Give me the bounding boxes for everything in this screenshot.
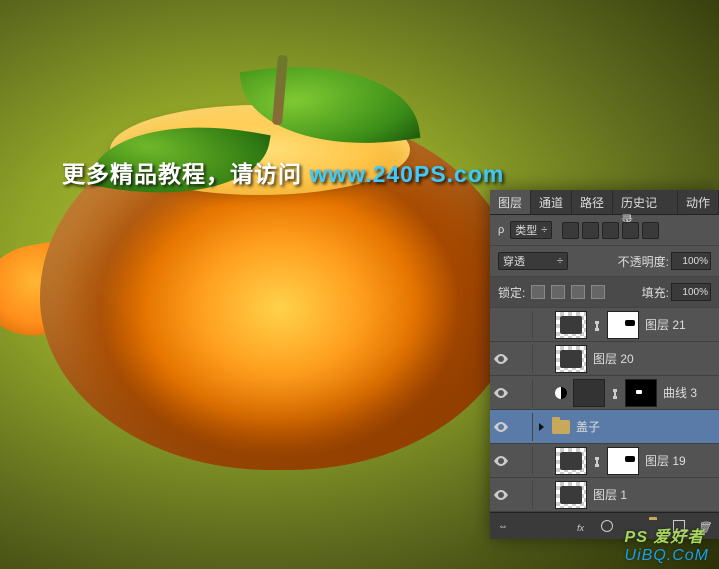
overlay-text: 更多精品教程，请访问 www.240PS.com [62, 155, 504, 189]
filter-shape-icon[interactable] [622, 222, 639, 239]
blend-row: 穿透 ÷ 不透明度: [490, 246, 719, 277]
opacity-input[interactable] [671, 252, 711, 270]
layer-row[interactable]: 图层 19 [490, 444, 719, 478]
tab-paths[interactable]: 路径 [572, 190, 613, 214]
layer-name[interactable]: 盖子 [576, 418, 715, 435]
panel-tabs: 图层 通道 路径 历史记录 动作 [490, 190, 719, 215]
tab-channels[interactable]: 通道 [531, 190, 572, 214]
link-icon[interactable] [611, 388, 619, 398]
fill-label: 填充: [642, 284, 669, 301]
overlay-text-link: www.240PS.com [309, 161, 504, 187]
layer-row[interactable]: 图层 21 [490, 308, 719, 342]
lock-pos-icon[interactable] [571, 285, 585, 299]
fill-input[interactable] [671, 283, 711, 301]
layer-thumbnail[interactable] [555, 481, 587, 509]
tab-history[interactable]: 历史记录 [613, 190, 678, 214]
visibility-toggle-icon[interactable] [494, 420, 508, 434]
lock-row: 锁定: 填充: [490, 277, 719, 308]
visibility-toggle-icon[interactable] [494, 454, 508, 468]
tab-actions[interactable]: 动作 [678, 190, 719, 214]
layer-name[interactable]: 图层 21 [645, 316, 715, 333]
filter-kind-dropdown[interactable]: 类型 ÷ [510, 221, 552, 239]
layer-thumbnail[interactable] [555, 345, 587, 373]
folder-icon [552, 420, 570, 434]
layer-row[interactable]: 图层 20 [490, 342, 719, 376]
layer-name[interactable]: 图层 1 [593, 486, 715, 503]
visibility-toggle-icon[interactable] [494, 352, 508, 366]
layer-name[interactable]: 图层 20 [593, 350, 715, 367]
visibility-toggle-icon[interactable] [494, 488, 508, 502]
layer-row[interactable]: 图层 1 [490, 478, 719, 512]
layer-row[interactable]: 曲线 3 [490, 376, 719, 410]
filter-icons [562, 222, 659, 239]
layer-row[interactable]: 盖子 [490, 410, 719, 444]
link-icon[interactable] [593, 320, 601, 330]
opacity-label: 不透明度: [618, 253, 669, 270]
lock-all-icon[interactable] [591, 285, 605, 299]
lock-trans-icon[interactable] [531, 285, 545, 299]
layer-name[interactable]: 图层 19 [645, 452, 715, 469]
fx-icon[interactable]: fx [577, 520, 591, 532]
layer-mask-thumbnail[interactable] [607, 447, 639, 475]
layer-mask-thumbnail[interactable] [607, 311, 639, 339]
mask-icon[interactable] [601, 520, 615, 532]
tab-layers[interactable]: 图层 [490, 190, 531, 214]
layer-thumbnail[interactable] [555, 311, 587, 339]
filter-pixel-icon[interactable] [562, 222, 579, 239]
blend-mode-dropdown[interactable]: 穿透 ÷ [498, 252, 568, 270]
overlay-text-white: 更多精品教程，请访问 [62, 161, 309, 187]
layers-list: 图层 21 图层 20 曲线 3 盖子图层 19 图层 1 [490, 308, 719, 512]
filter-smart-icon[interactable] [642, 222, 659, 239]
layer-name[interactable]: 曲线 3 [663, 384, 715, 401]
watermark-url: UiBQ.CoM [625, 547, 709, 565]
adjustment-icon [555, 387, 567, 399]
expand-icon[interactable] [539, 423, 544, 431]
layers-panel: 图层 通道 路径 历史记录 动作 ρ 类型 ÷ 穿透 ÷ 不透明度: 锁定: [490, 190, 719, 539]
lock-pixel-icon[interactable] [551, 285, 565, 299]
watermark: PS 爱好者 UiBQ.CoM [625, 523, 709, 565]
visibility-toggle-icon[interactable] [494, 318, 508, 332]
watermark-ps: PS 爱好者 [625, 523, 705, 547]
lock-label: 锁定: [498, 284, 525, 301]
layer-thumbnail[interactable] [555, 447, 587, 475]
filter-adjust-icon[interactable] [582, 222, 599, 239]
layer-thumbnail[interactable] [573, 379, 605, 407]
filter-type-icon[interactable] [602, 222, 619, 239]
visibility-toggle-icon[interactable] [494, 386, 508, 400]
layer-mask-thumbnail[interactable] [625, 379, 657, 407]
link-icon[interactable] [593, 456, 601, 466]
filter-row: ρ 类型 ÷ [490, 215, 719, 246]
